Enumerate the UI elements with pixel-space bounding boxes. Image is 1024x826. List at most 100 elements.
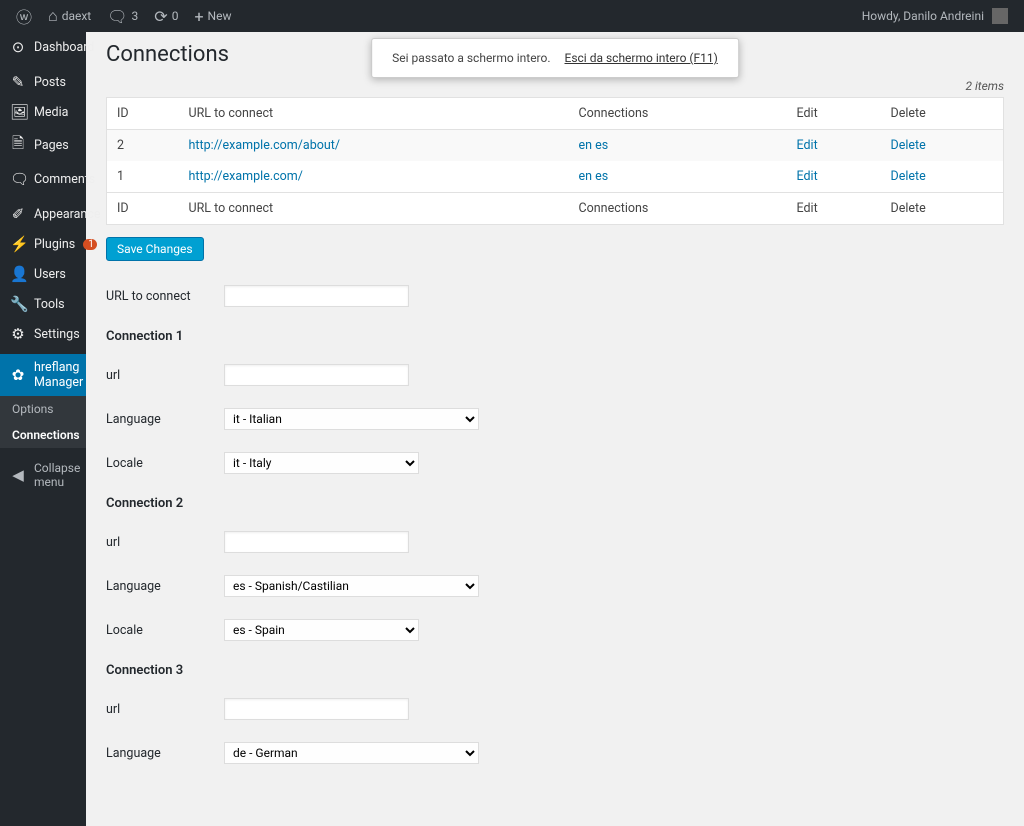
- sidebar-item-label: Tools: [34, 297, 65, 312]
- sidebar-item-hreflang[interactable]: ✿ hreflang Manager: [0, 354, 86, 396]
- updates-count: 0: [172, 9, 179, 23]
- sidebar-item-label: Users: [34, 267, 66, 282]
- sidebar-item-label: Posts: [34, 75, 66, 90]
- page-icon: 🗎: [10, 133, 26, 158]
- language-label: Language: [106, 579, 224, 594]
- comment-icon: 🗨: [107, 7, 127, 26]
- sidebar-item-media[interactable]: 🖼 Media: [0, 97, 86, 127]
- delete-link[interactable]: Delete: [891, 169, 926, 184]
- col-id[interactable]: ID: [107, 98, 179, 130]
- sidebar-item-appearance[interactable]: ✐Appearance: [0, 199, 86, 229]
- exit-fullscreen-link[interactable]: Esci da schermo intero (F11): [565, 51, 718, 65]
- cell-conn-link[interactable]: en es: [579, 138, 609, 153]
- howdy-text: Howdy, Danilo Andreini: [862, 9, 984, 23]
- conn2-url-input[interactable]: [224, 531, 409, 553]
- wp-logo-link[interactable]: ⓦ: [8, 0, 40, 32]
- fullscreen-notification: Sei passato a schermo intero. Esci da sc…: [371, 38, 739, 78]
- sidebar-item-dashboard[interactable]: ⊙Dashboard: [0, 32, 86, 62]
- col-edit[interactable]: Edit: [787, 193, 881, 225]
- account-link[interactable]: Howdy, Danilo Andreini: [854, 0, 1016, 32]
- cell-url-link[interactable]: http://example.com/about/: [189, 138, 341, 153]
- comments-link[interactable]: 🗨3: [99, 0, 146, 32]
- connections-table: ID URL to connect Connections Edit Delet…: [106, 97, 1004, 225]
- new-link[interactable]: + New: [186, 0, 239, 32]
- locale-label: Locale: [106, 456, 224, 471]
- submenu-options[interactable]: Options: [0, 396, 86, 422]
- col-id[interactable]: ID: [107, 193, 179, 225]
- col-url[interactable]: URL to connect: [179, 98, 569, 130]
- plus-icon: +: [194, 7, 203, 26]
- conn1-language-select[interactable]: it - Italian: [224, 408, 479, 430]
- cell-id: 1: [107, 161, 179, 193]
- conn1-locale-select[interactable]: it - Italy: [224, 452, 419, 474]
- home-icon: ⌂: [48, 6, 58, 26]
- edit-link[interactable]: Edit: [797, 138, 818, 153]
- submenu-connections[interactable]: Connections: [0, 422, 86, 448]
- connection-3-heading: Connection 3: [106, 663, 1004, 678]
- col-edit[interactable]: Edit: [787, 98, 881, 130]
- site-link[interactable]: ⌂daext: [40, 0, 99, 32]
- url-label: url: [106, 535, 224, 550]
- new-label: New: [208, 9, 232, 23]
- collapse-menu[interactable]: ◀ Collapse menu: [0, 453, 86, 497]
- avatar: [992, 8, 1008, 24]
- conn1-url-input[interactable]: [224, 364, 409, 386]
- collapse-label: Collapse menu: [34, 461, 80, 489]
- delete-link[interactable]: Delete: [891, 138, 926, 153]
- refresh-icon: ⟳: [154, 7, 167, 26]
- col-connections[interactable]: Connections: [569, 193, 787, 225]
- cell-url-link[interactable]: http://example.com/: [189, 169, 303, 184]
- comment-icon: 🗨: [10, 170, 26, 188]
- sidebar-item-comments[interactable]: 🗨Comments: [0, 164, 86, 194]
- gear-icon: ⚙: [10, 325, 26, 343]
- url-label: url: [106, 702, 224, 717]
- language-label: Language: [106, 412, 224, 427]
- conn2-locale-select[interactable]: es - Spain: [224, 619, 419, 641]
- items-count: 2 items: [106, 79, 1004, 93]
- brush-icon: ✐: [10, 205, 26, 223]
- dashboard-icon: ⊙: [10, 38, 26, 56]
- chevron-left-icon: ◀: [10, 466, 26, 484]
- conn2-language-select[interactable]: es - Spanish/Castilian: [224, 575, 479, 597]
- table-row: 2 http://example.com/about/ en es Edit D…: [107, 130, 1004, 162]
- col-delete[interactable]: Delete: [881, 193, 1004, 225]
- col-delete[interactable]: Delete: [881, 98, 1004, 130]
- sidebar-item-label: Media: [34, 105, 68, 120]
- media-icon: 🖼: [10, 103, 26, 121]
- conn3-url-input[interactable]: [224, 698, 409, 720]
- hreflang-submenu: Options Connections: [0, 396, 86, 448]
- sidebar-item-settings[interactable]: ⚙Settings: [0, 319, 86, 349]
- url-to-connect-label: URL to connect: [106, 289, 224, 304]
- url-label: url: [106, 368, 224, 383]
- cell-id: 2: [107, 130, 179, 162]
- conn3-language-select[interactable]: de - German: [224, 742, 479, 764]
- gear-icon: ✿: [10, 366, 26, 384]
- pin-icon: ✎: [10, 73, 26, 91]
- url-to-connect-input[interactable]: [224, 285, 409, 307]
- save-button[interactable]: Save Changes: [106, 237, 204, 261]
- cell-conn-link[interactable]: en es: [579, 169, 609, 184]
- notification-text: Sei passato a schermo intero.: [392, 51, 550, 65]
- wordpress-icon: ⓦ: [16, 4, 32, 28]
- sidebar-item-pages[interactable]: 🗎 Pages: [0, 127, 86, 164]
- updates-link[interactable]: ⟳0: [146, 0, 186, 32]
- sidebar-item-posts[interactable]: ✎ Posts: [0, 67, 86, 97]
- sidebar-item-users[interactable]: 👤 Users: [0, 259, 86, 289]
- wrench-icon: 🔧: [10, 295, 26, 313]
- user-icon: 👤: [10, 265, 26, 283]
- sidebar-item-label: hreflang Manager: [34, 360, 83, 390]
- locale-label: Locale: [106, 623, 224, 638]
- language-label: Language: [106, 746, 224, 761]
- col-url[interactable]: URL to connect: [179, 193, 569, 225]
- sidebar-item-plugins[interactable]: ⚡Plugins1: [0, 229, 86, 259]
- main-content: Sei passato a schermo intero. Esci da sc…: [86, 32, 1024, 826]
- sidebar-item-label: Pages: [34, 138, 69, 153]
- plug-icon: ⚡: [10, 235, 26, 253]
- col-connections[interactable]: Connections: [569, 98, 787, 130]
- edit-link[interactable]: Edit: [797, 169, 818, 184]
- sidebar-item-tools[interactable]: 🔧 Tools: [0, 289, 86, 319]
- connection-form: URL to connect Connection 1 url Language…: [106, 285, 1004, 764]
- connection-1-heading: Connection 1: [106, 329, 1004, 344]
- admin-topbar: ⓦ ⌂daext 🗨3 ⟳0 +New Howdy, Danilo Andrei…: [0, 0, 1024, 32]
- table-row: 1 http://example.com/ en es Edit Delete: [107, 161, 1004, 193]
